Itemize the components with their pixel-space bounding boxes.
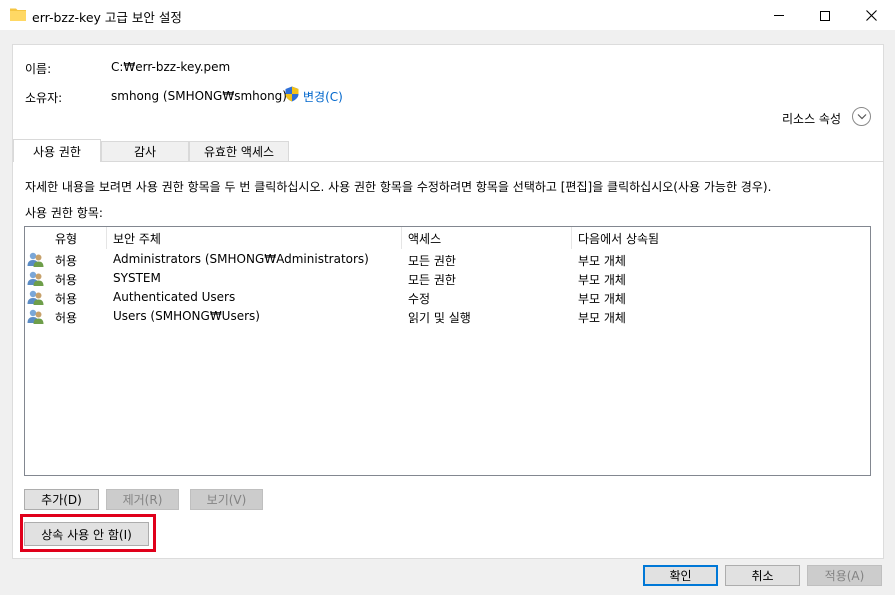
tab-auditing[interactable]: 감사 — [101, 141, 189, 161]
row-type: 허용 — [55, 311, 78, 325]
row-type: 허용 — [55, 292, 78, 306]
row-principal: Authenticated Users — [113, 290, 236, 304]
title-bar: err-bzz-key 고급 보안 설정 — [0, 0, 895, 31]
view-button[interactable]: 보기(V) — [190, 489, 263, 510]
row-access: 읽기 및 실행 — [408, 311, 471, 325]
permission-entries-list[interactable]: 유형 보안 주체 액세스 다음에서 상속됨 허용 Administrators … — [24, 226, 871, 476]
permission-entries-label: 사용 권한 항목: — [25, 206, 103, 220]
add-button[interactable]: 추가(D) — [24, 489, 99, 510]
close-icon — [865, 10, 877, 21]
row-inherited-from: 부모 개체 — [578, 292, 626, 306]
tab-label: 유효한 액세스 — [203, 145, 275, 159]
minimize-button[interactable] — [756, 0, 802, 31]
resource-properties-expand-button[interactable] — [852, 107, 871, 126]
row-principal: SYSTEM — [113, 271, 161, 285]
tab-effective-access[interactable]: 유효한 액세스 — [189, 141, 289, 161]
row-access: 모든 권한 — [408, 254, 456, 268]
row-inherited-from: 부모 개체 — [578, 273, 626, 287]
table-row[interactable]: 허용 Authenticated Users 수정 부모 개체 — [25, 288, 870, 307]
name-value: C:₩err-bzz-key.pem — [111, 60, 231, 74]
row-principal: Administrators (SMHONG₩Administrators) — [113, 252, 369, 266]
cancel-button[interactable]: 취소 — [725, 565, 800, 586]
name-label: 이름: — [25, 62, 52, 76]
tab-divider — [13, 161, 884, 162]
tab-strip: 사용 권한 감사 유효한 액세스 — [13, 139, 883, 162]
row-inherited-from: 부모 개체 — [578, 254, 626, 268]
column-header-access[interactable]: 액세스 — [402, 227, 572, 249]
close-button[interactable] — [848, 0, 894, 31]
column-header-inherited-from[interactable]: 다음에서 상속됨 — [572, 227, 869, 249]
change-owner-link[interactable]: 변경(C) — [303, 88, 343, 105]
maximize-button[interactable] — [802, 0, 848, 31]
uac-shield-icon — [285, 86, 299, 102]
owner-value: smhong (SMHONG₩smhong) — [111, 89, 287, 103]
ok-button[interactable]: 확인 — [643, 565, 718, 586]
apply-button[interactable]: 적용(A) — [807, 565, 882, 586]
table-row[interactable]: 허용 SYSTEM 모든 권한 부모 개체 — [25, 269, 870, 288]
table-row[interactable]: 허용 Users (SMHONG₩Users) 읽기 및 실행 부모 개체 — [25, 307, 870, 326]
minimize-icon — [774, 15, 784, 16]
resource-properties-label: 리소스 속성 — [782, 112, 842, 126]
row-type: 허용 — [55, 254, 78, 268]
remove-button[interactable]: 제거(R) — [106, 489, 179, 510]
row-access: 모든 권한 — [408, 273, 456, 287]
row-inherited-from: 부모 개체 — [578, 311, 626, 325]
tab-label: 감사 — [133, 145, 157, 159]
users-icon — [27, 309, 44, 324]
owner-label: 소유자: — [25, 91, 63, 105]
users-icon — [27, 271, 44, 286]
users-icon — [27, 290, 44, 305]
column-header-type[interactable]: 유형 — [49, 227, 107, 249]
users-icon — [27, 252, 44, 267]
column-header-principal[interactable]: 보안 주체 — [107, 227, 402, 249]
row-access: 수정 — [408, 292, 431, 306]
annotation-highlight-box — [20, 514, 156, 552]
window-title: err-bzz-key 고급 보안 설정 — [32, 10, 182, 25]
tab-permissions[interactable]: 사용 권한 — [13, 139, 101, 162]
tab-label: 사용 권한 — [33, 144, 81, 159]
table-row[interactable]: 허용 Administrators (SMHONG₩Administrators… — [25, 250, 870, 269]
row-type: 허용 — [55, 273, 78, 287]
chevron-down-icon — [857, 114, 866, 120]
row-principal: Users (SMHONG₩Users) — [113, 309, 260, 323]
maximize-icon — [820, 10, 830, 21]
instructions-text: 자세한 내용을 보려면 사용 권한 항목을 두 번 클릭하십시오. 사용 권한 … — [25, 180, 772, 194]
folder-icon — [10, 8, 26, 21]
